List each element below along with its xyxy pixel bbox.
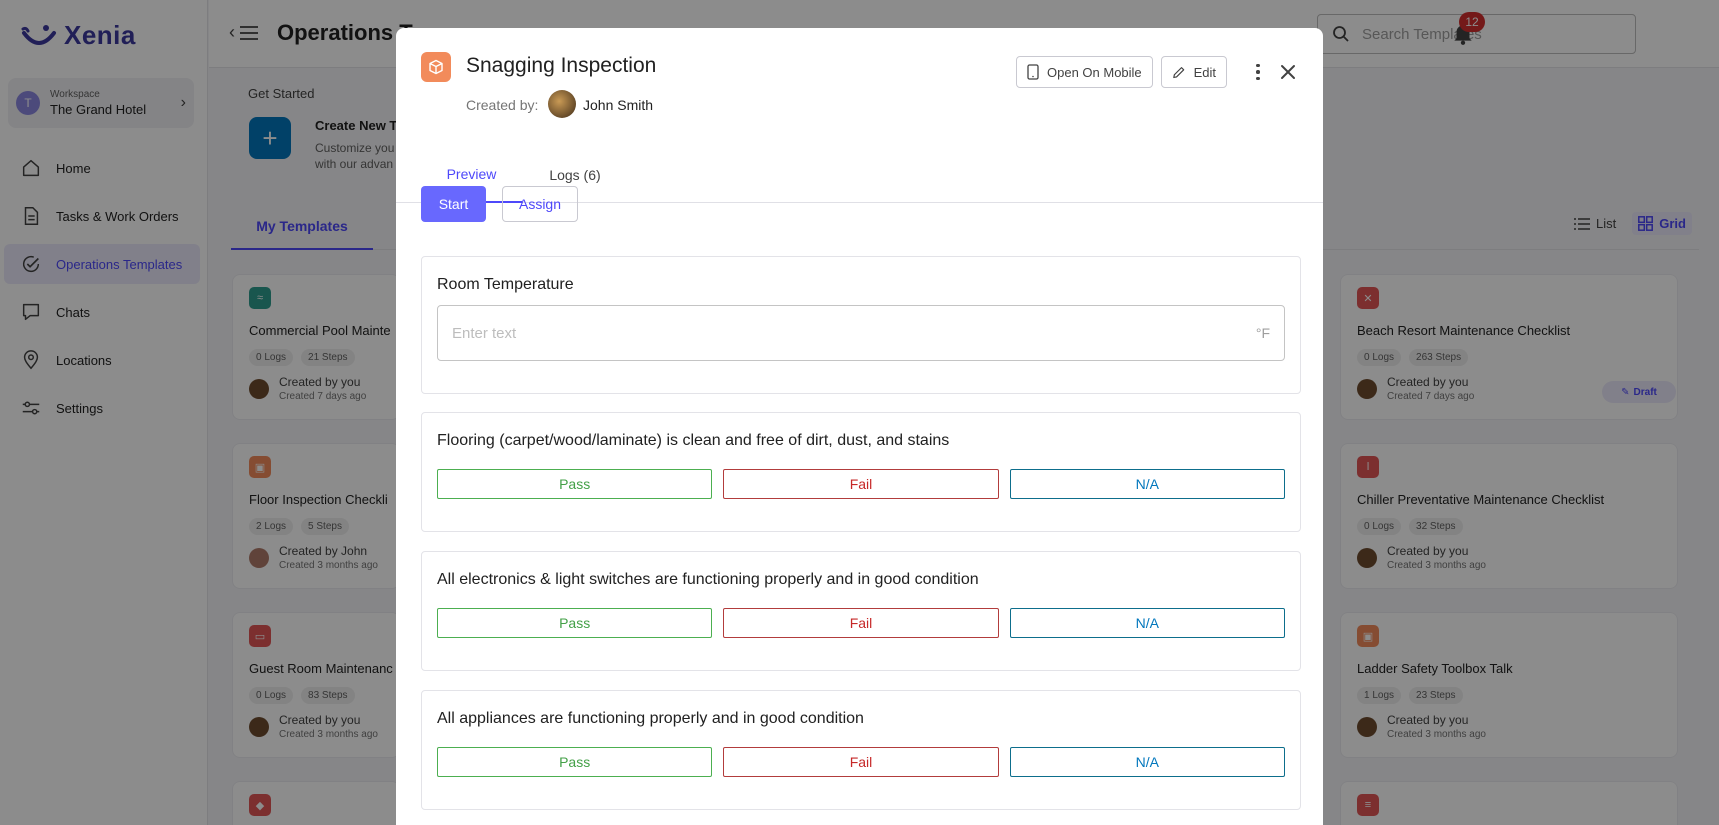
pass-button[interactable]: Pass bbox=[437, 608, 713, 638]
edit-button[interactable]: Edit bbox=[1161, 56, 1227, 88]
close-icon[interactable] bbox=[1276, 60, 1300, 84]
modal-title: Snagging Inspection bbox=[466, 54, 657, 77]
pencil-icon bbox=[1173, 66, 1185, 78]
edit-label: Edit bbox=[1193, 64, 1216, 80]
open-on-mobile-label: Open On Mobile bbox=[1047, 64, 1142, 80]
na-button[interactable]: N/A bbox=[1009, 469, 1285, 499]
temperature-unit: °F bbox=[1255, 325, 1270, 341]
fail-button[interactable]: Fail bbox=[723, 747, 999, 777]
mobile-icon bbox=[1027, 64, 1039, 80]
template-preview-modal: Snagging Inspection Created by: John Smi… bbox=[396, 28, 1323, 825]
step-label: Room Temperature bbox=[437, 276, 574, 293]
fail-button[interactable]: Fail bbox=[723, 469, 999, 499]
step-label: All appliances are functioning properly … bbox=[437, 710, 864, 727]
step-label: All electronics & light switches are fun… bbox=[437, 571, 979, 588]
step-pass-fail: All electronics & light switches are fun… bbox=[421, 551, 1301, 671]
assign-button[interactable]: Assign bbox=[502, 186, 578, 222]
pass-button[interactable]: Pass bbox=[437, 747, 713, 777]
avatar bbox=[548, 90, 576, 118]
more-vertical-icon[interactable] bbox=[1248, 58, 1268, 86]
step-room-temperature: Room Temperature Enter text °F bbox=[421, 256, 1301, 394]
temperature-input[interactable]: Enter text °F bbox=[437, 305, 1285, 361]
step-label: Flooring (carpet/wood/laminate) is clean… bbox=[437, 432, 950, 449]
start-button[interactable]: Start bbox=[421, 186, 486, 222]
box-icon bbox=[421, 52, 451, 82]
pass-button[interactable]: Pass bbox=[437, 469, 713, 499]
na-button[interactable]: N/A bbox=[1009, 608, 1285, 638]
step-pass-fail: Flooring (carpet/wood/laminate) is clean… bbox=[421, 412, 1301, 532]
open-on-mobile-button[interactable]: Open On Mobile bbox=[1016, 56, 1153, 88]
step-pass-fail: All appliances are functioning properly … bbox=[421, 690, 1301, 810]
fail-button[interactable]: Fail bbox=[723, 608, 999, 638]
author-name: John Smith bbox=[583, 97, 654, 113]
temperature-placeholder: Enter text bbox=[452, 324, 517, 342]
na-button[interactable]: N/A bbox=[1009, 747, 1285, 777]
created-by-label: Created by: bbox=[466, 97, 539, 113]
